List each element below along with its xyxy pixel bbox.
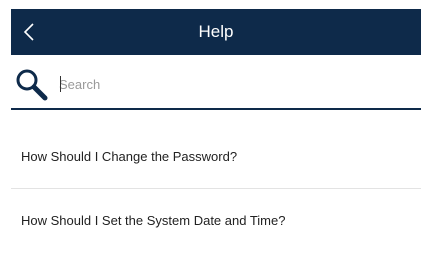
help-screen: Help How Should I Change the Password? H…	[0, 0, 421, 257]
help-topic-list: How Should I Change the Password? How Sh…	[11, 124, 421, 252]
chevron-left-icon	[23, 23, 34, 41]
help-topic-set-date-time[interactable]: How Should I Set the System Date and Tim…	[11, 188, 421, 252]
back-button[interactable]	[23, 9, 53, 55]
page-title: Help	[198, 22, 234, 41]
text-cursor	[60, 76, 61, 92]
help-topic-label: How Should I Change the Password?	[21, 148, 238, 164]
help-topic-change-password[interactable]: How Should I Change the Password?	[11, 124, 421, 188]
search-icon[interactable]	[15, 68, 49, 102]
search-bar	[11, 55, 421, 110]
app-header: Help	[11, 9, 421, 55]
search-input[interactable]	[59, 73, 399, 95]
help-topic-label: How Should I Set the System Date and Tim…	[21, 213, 286, 228]
